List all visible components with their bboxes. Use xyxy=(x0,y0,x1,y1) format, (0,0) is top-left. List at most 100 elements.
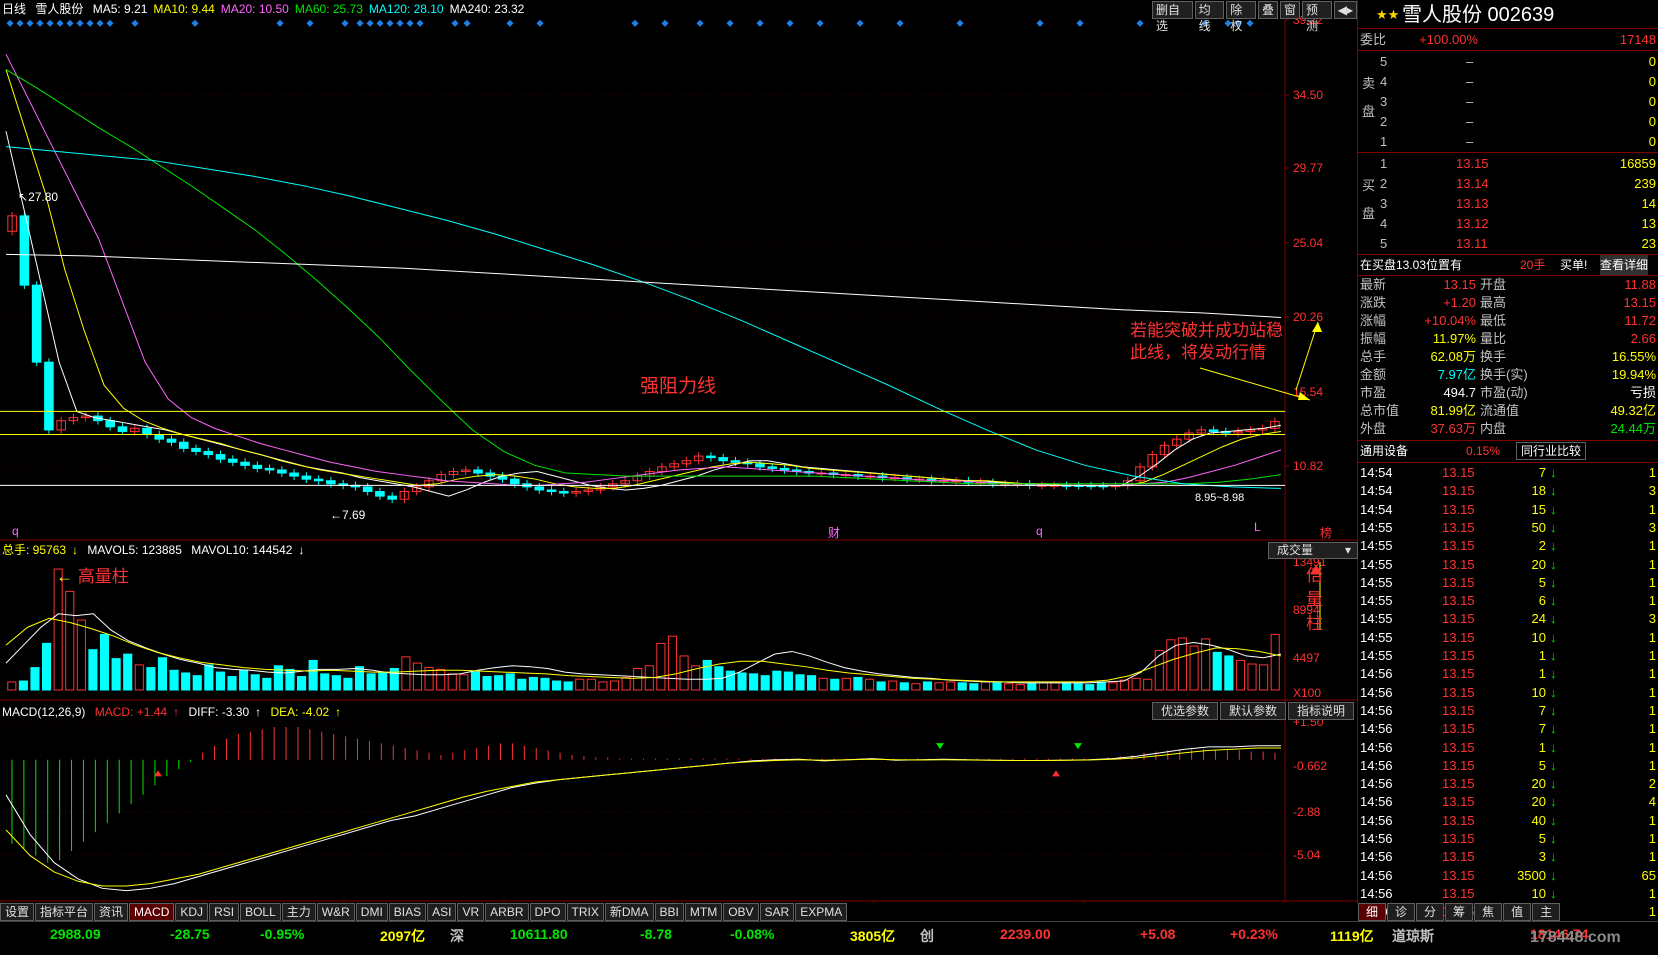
event-diamond-icon[interactable] xyxy=(306,19,314,27)
macd-button-2[interactable]: 指标说明 xyxy=(1288,702,1355,720)
indicator-tab--2[interactable]: 资讯 xyxy=(94,903,129,921)
event-diamond-icon[interactable] xyxy=(96,19,104,27)
volume-bar xyxy=(436,668,446,691)
toolbar-button-0[interactable]: 删自选 xyxy=(1152,1,1193,33)
event-diamond-icon[interactable] xyxy=(16,19,24,27)
indicator-tab-dpo-14[interactable]: DPO xyxy=(529,903,566,921)
indicator-tab-bias-10[interactable]: BIAS xyxy=(388,903,427,921)
panel-tab-5[interactable]: 值 xyxy=(1503,903,1532,921)
event-diamond-icon[interactable] xyxy=(786,19,794,27)
stat-label-2: 换手 xyxy=(1480,349,1507,364)
event-diamond-icon[interactable] xyxy=(956,19,964,27)
event-diamond-icon[interactable] xyxy=(631,19,639,27)
tick-row: 14:55 13.15 5 ↓ 1 xyxy=(1358,574,1658,592)
indicator-tab-dma-16[interactable]: 新DMA xyxy=(604,903,654,921)
indicator-tab-trix-15[interactable]: TRIX xyxy=(566,903,604,921)
panel-tab-2[interactable]: 分 xyxy=(1416,903,1445,921)
event-diamond-icon[interactable] xyxy=(56,19,64,27)
indicator-tab-vr-12[interactable]: VR xyxy=(457,903,485,921)
event-diamond-icon[interactable] xyxy=(1246,19,1254,27)
volume-bar xyxy=(262,677,272,691)
event-diamond-icon[interactable] xyxy=(396,19,404,27)
indicator-tab--7[interactable]: 主力 xyxy=(281,903,316,921)
event-diamond-icon[interactable] xyxy=(191,19,199,27)
toolbar-button-5[interactable]: 预测 xyxy=(1302,1,1332,33)
event-diamond-icon[interactable] xyxy=(356,19,364,27)
toolbar-button-4[interactable]: 窗 xyxy=(1280,1,1301,19)
indicator-tab-asi-11[interactable]: ASI xyxy=(427,903,457,921)
chart-area[interactable]: 39.2234.5029.7725.0420.2615.5410.8213491… xyxy=(0,0,1358,921)
event-diamond-icon[interactable] xyxy=(856,19,864,27)
event-diamond-icon[interactable] xyxy=(726,19,734,27)
indicator-tab-wr-8[interactable]: W&R xyxy=(316,903,355,921)
tick-count: 1 xyxy=(1648,849,1656,865)
event-diamond-icon[interactable] xyxy=(463,19,471,27)
indicator-tab-boll-6[interactable]: BOLL xyxy=(240,903,281,921)
panel-tab-0[interactable]: 细 xyxy=(1358,903,1387,921)
event-diamond-icon[interactable] xyxy=(696,19,704,27)
volume-bar xyxy=(1177,637,1188,691)
event-diamond-icon[interactable] xyxy=(106,19,114,27)
indicator-tab--1[interactable]: 指标平台 xyxy=(35,903,94,921)
event-diamond-icon[interactable] xyxy=(536,19,544,27)
volume-indicator-select[interactable]: 成交量 ▾ xyxy=(1268,542,1358,559)
indicator-tab--0[interactable]: 设置 xyxy=(0,903,35,921)
panel-tab-3[interactable]: 筹 xyxy=(1445,903,1474,921)
event-diamond-icon[interactable] xyxy=(1036,19,1044,27)
event-diamond-icon[interactable] xyxy=(756,19,764,27)
high-volume-note: ← 高量柱 xyxy=(56,567,129,586)
toolbar-button-3[interactable]: 叠 xyxy=(1258,1,1279,19)
event-diamond-icon[interactable] xyxy=(76,19,84,27)
event-diamond-icon[interactable] xyxy=(131,19,139,27)
panel-tab-6[interactable]: 主 xyxy=(1532,903,1561,921)
event-diamond-icon[interactable] xyxy=(6,19,14,27)
panel-tab-4[interactable]: 焦 xyxy=(1474,903,1503,921)
indicator-tab-kdj-4[interactable]: KDJ xyxy=(175,903,209,921)
tick-volume: 50 xyxy=(1531,519,1546,535)
indicator-tab-bbi-17[interactable]: BBI xyxy=(654,903,684,921)
event-diamond-icon[interactable] xyxy=(376,19,384,27)
event-diamond-icon[interactable] xyxy=(386,19,394,27)
event-diamond-icon[interactable] xyxy=(36,19,44,27)
nav-arrow-icon[interactable]: ◀▸ xyxy=(1333,1,1358,19)
event-diamond-icon[interactable] xyxy=(406,19,414,27)
indicator-tab-dmi-9[interactable]: DMI xyxy=(355,903,388,921)
queue-detail-link[interactable]: 查看详细 xyxy=(1600,255,1649,275)
event-diamond-icon[interactable] xyxy=(341,19,349,27)
stat-row-8: 外盘 37.63万 内盘 24.44万 xyxy=(1358,420,1658,438)
panel-tab-1[interactable]: 诊 xyxy=(1387,903,1416,921)
event-diamond-icon[interactable] xyxy=(661,19,669,27)
indicator-tab-obv-19[interactable]: OBV xyxy=(723,903,759,921)
status-item-7: -0.08% xyxy=(730,926,775,942)
indicator-tab-macd-3[interactable]: MACD xyxy=(129,903,175,921)
macd-button-1[interactable]: 默认参数 xyxy=(1220,702,1287,720)
tick-count: 1 xyxy=(1648,556,1656,572)
sector-compare-button[interactable]: 同行业比较 xyxy=(1516,442,1587,460)
event-diamond-icon[interactable] xyxy=(896,19,904,27)
divider xyxy=(1358,50,1658,51)
indicator-tab-sar-20[interactable]: SAR xyxy=(759,903,795,921)
price-chart[interactable]: 39.2234.5029.7725.0420.2615.5410.8213491… xyxy=(0,0,1358,920)
indicator-tab-rsi-5[interactable]: RSI xyxy=(209,903,240,921)
event-diamond-icon[interactable] xyxy=(276,19,284,27)
event-diamond-icon[interactable] xyxy=(451,19,459,27)
event-diamond-icon[interactable] xyxy=(1076,19,1084,27)
toolbar-button-1[interactable]: 均线 xyxy=(1194,1,1225,33)
event-diamond-icon[interactable] xyxy=(506,19,514,27)
indicator-tab-expma-21[interactable]: EXPMA xyxy=(795,903,848,921)
chart-toolbar: 删自选 均线 除权叠窗预测 ◀▸ xyxy=(1152,1,1358,33)
toolbar-button-2[interactable]: 除权 xyxy=(1226,1,1256,33)
event-diamond-icon[interactable] xyxy=(816,19,824,27)
event-diamond-icon[interactable] xyxy=(46,19,54,27)
event-diamond-icon[interactable] xyxy=(366,19,374,27)
ma-line-ma120 xyxy=(5,146,1282,489)
event-diamond-icon[interactable] xyxy=(66,19,74,27)
indicator-tab-arbr-13[interactable]: ARBR xyxy=(485,903,529,921)
indicator-tab-mtm-18[interactable]: MTM xyxy=(684,903,723,921)
event-diamond-icon[interactable] xyxy=(1136,19,1144,27)
event-diamond-icon[interactable] xyxy=(416,19,424,27)
event-diamond-icon[interactable] xyxy=(26,19,34,27)
macd-button-0[interactable]: 优选参数 xyxy=(1152,702,1219,720)
tick-direction-icon: ↓ xyxy=(1550,776,1557,792)
event-diamond-icon[interactable] xyxy=(86,19,94,27)
